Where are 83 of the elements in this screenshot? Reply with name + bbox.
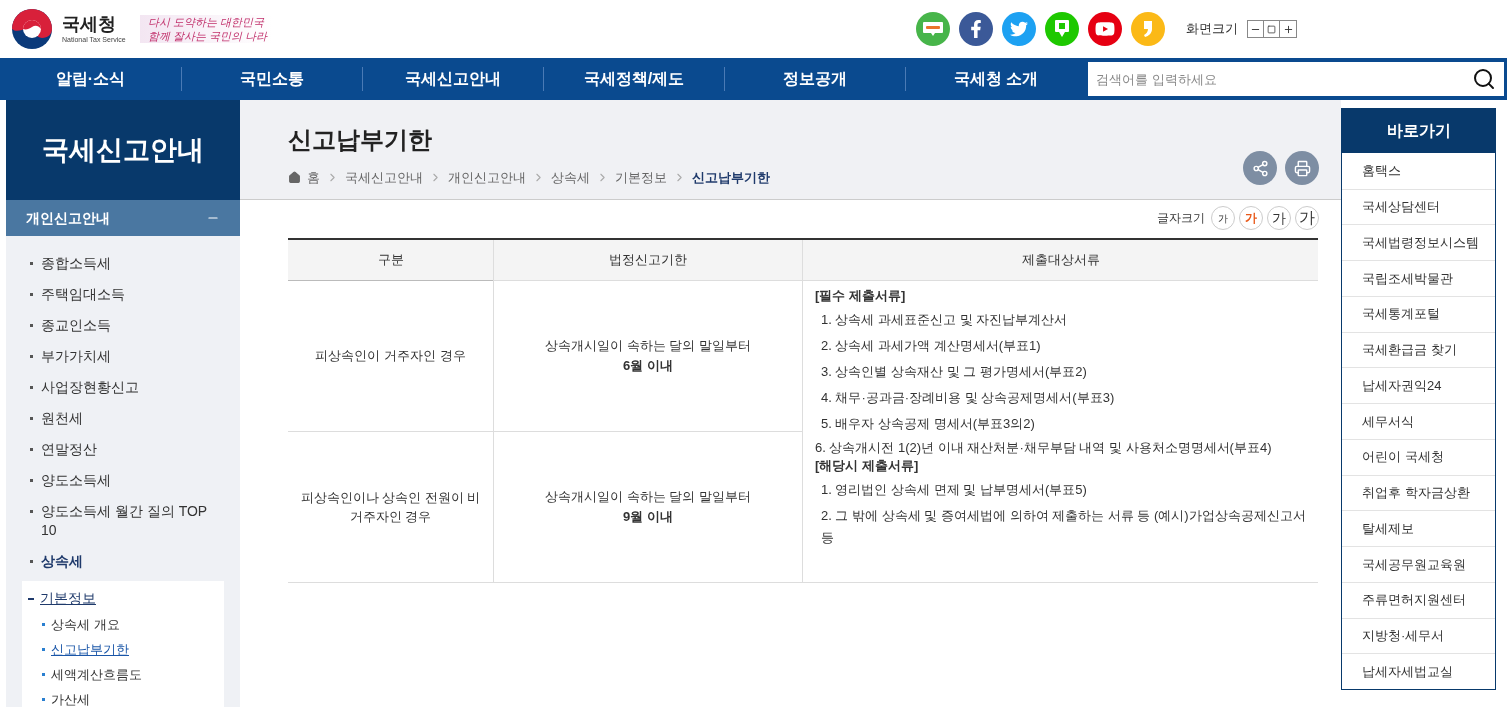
sidebar-item[interactable]: 사업장현황신고 xyxy=(6,372,240,403)
youtube-icon[interactable] xyxy=(1088,12,1122,46)
quick-link[interactable]: 국세환급금 찾기 xyxy=(1342,331,1495,368)
breadcrumb-link[interactable]: 국세신고안내 xyxy=(345,167,423,187)
slogan-text: 함께 잘사는 국민의 나라 xyxy=(147,29,267,43)
table-cell: 피상속인이나 상속인 전원이 비거주자인 경우 xyxy=(288,432,493,583)
plus-icon xyxy=(1282,23,1294,35)
quick-link[interactable]: 어린이 국세청 xyxy=(1342,438,1495,475)
nav-link[interactable]: 정보공개 xyxy=(783,67,847,91)
search-icon[interactable] xyxy=(1472,67,1496,91)
breadcrumb-link[interactable]: 상속세 xyxy=(551,167,590,187)
sidebar-item[interactable]: 양도소득세 월간 질의 TOP 10 xyxy=(6,496,240,546)
nav-link[interactable]: 국세정책/제도 xyxy=(583,67,685,91)
document-item: 5. 배우자 상속공제 명세서(부표3의2) xyxy=(821,415,1036,433)
quick-link[interactable]: 국립조세박물관 xyxy=(1342,260,1495,296)
sidebar-item[interactable]: 주택임대소득 xyxy=(6,279,240,310)
quick-link[interactable]: 취업후 학자금상환 xyxy=(1342,474,1495,511)
facebook-icon[interactable] xyxy=(959,12,993,46)
story-icon[interactable] xyxy=(1131,12,1165,46)
twitter-icon[interactable] xyxy=(1002,12,1036,46)
sidebar-section-header[interactable]: 개인신고안내 xyxy=(6,200,240,236)
document-item: 1. 상속세 과세표준신고 및 자진납부계산서 xyxy=(821,311,1069,329)
sidebar-item[interactable]: 양도소득세 xyxy=(6,465,240,496)
sidebar-subitem[interactable]: 상속세 개요 xyxy=(42,612,218,637)
quick-link[interactable]: 홈택스 xyxy=(1342,152,1495,189)
sidebar-subitem[interactable]: 기본정보 xyxy=(28,585,218,612)
quick-link[interactable]: 국세공무원교육원 xyxy=(1342,546,1495,582)
table-cell: 상속개시일이 속하는 달의 말일부터 9월 이내 xyxy=(493,432,802,583)
breadcrumb-link[interactable]: 신고납부기한 xyxy=(692,167,770,187)
quick-link[interactable]: 국세상담센터 xyxy=(1342,188,1495,225)
square-icon xyxy=(1267,24,1276,34)
page-title: 신고납부기한 xyxy=(288,124,433,155)
breadcrumb-link[interactable]: 기본정보 xyxy=(615,167,667,187)
column-header: 구분 xyxy=(288,240,493,281)
quick-link[interactable]: 납세자권익24 xyxy=(1342,367,1495,404)
document-item: 6. 상속개시전 1(2)년 이내 재산처분·채무부담 내역 및 사용처소명명세서(부표4) xyxy=(815,439,1273,457)
sidebar-item[interactable]: 연말정산 xyxy=(6,434,240,465)
quick-link[interactable]: 국세법령정보시스템 xyxy=(1342,224,1495,261)
quick-link[interactable]: 국세통계포털 xyxy=(1342,295,1495,332)
quick-link[interactable]: 주류면허지원센터 xyxy=(1342,581,1495,618)
document-item: 4. 채무·공과금·장례비용 및 상속공제명세서(부표3) xyxy=(821,389,1116,407)
home-icon xyxy=(288,170,301,184)
sidebar-subitem[interactable]: 가산세 xyxy=(42,687,218,707)
quick-link[interactable]: 납세자세법교실 xyxy=(1342,653,1495,690)
nav-link[interactable]: 국세청 소개 xyxy=(953,67,1039,91)
table-cell: 상속개시일이 속하는 달의 말일부터 6월 이내 xyxy=(493,281,802,432)
quick-link[interactable]: 지방청·세무서 xyxy=(1342,617,1495,654)
logo-text: 국세청 xyxy=(62,15,117,33)
sidebar-subitem[interactable]: 신고납부기한 xyxy=(42,637,218,662)
blog-icon[interactable] xyxy=(916,12,950,46)
printer-icon xyxy=(1293,159,1311,177)
slogan-text: 다시 도약하는 대한민국 xyxy=(147,15,265,29)
column-header: 법정신고기한 xyxy=(493,240,802,281)
breadcrumb-link[interactable]: 개인신고안내 xyxy=(448,167,526,187)
sidebar-subitem[interactable]: 세액계산흐름도 xyxy=(42,662,218,687)
document-item: 3. 상속인별 상속재산 및 그 평가명세서(부표2) xyxy=(821,363,1088,381)
document-heading: [필수 제출서류] xyxy=(815,287,907,305)
share-icon xyxy=(1251,159,1269,177)
nav-link[interactable]: 알림·소식 xyxy=(55,67,126,91)
column-header: 제출대상서류 xyxy=(802,240,1318,281)
font-size-label: 글자크기 xyxy=(1157,210,1205,227)
quick-links-title: 바로가기 xyxy=(1342,109,1495,153)
sidebar-title: 국세신고안내 xyxy=(42,133,204,167)
document-item: 1. 영리법인 상속세 면제 및 납부명세서(부표5) xyxy=(821,481,1088,499)
print-button[interactable] xyxy=(1285,151,1319,185)
quick-link[interactable]: 세무서식 xyxy=(1342,403,1495,439)
sidebar-item[interactable]: 원천세 xyxy=(6,403,240,434)
document-item: 2. 그 밖에 상속세 및 증여세법에 의하여 제출하는 서류 등 (예시)가업상속공제신고서 등 xyxy=(821,507,1306,547)
sidebar-item[interactable]: 종합소득세 xyxy=(6,248,240,279)
sidebar-item[interactable]: 부가가치세 xyxy=(6,341,240,372)
share-button[interactable] xyxy=(1243,151,1277,185)
document-heading: [해당시 제출서류] xyxy=(815,457,920,475)
nav-link[interactable]: 국세신고안내 xyxy=(405,67,501,91)
nav-link[interactable]: 국민소통 xyxy=(240,67,304,91)
quick-link[interactable]: 탈세제보 xyxy=(1342,510,1495,547)
band-icon[interactable] xyxy=(1045,12,1079,46)
document-item: 2. 상속세 과세가액 계산명세서(부표1) xyxy=(821,337,1042,355)
sidebar-item[interactable]: 상속세 xyxy=(6,546,240,577)
screen-size-label: 화면크기 xyxy=(1186,20,1238,39)
breadcrumb-link[interactable]: 홈 xyxy=(307,167,320,187)
table-cell: 피상속인이 거주자인 경우 xyxy=(288,281,493,432)
logo-icon xyxy=(10,7,54,51)
sidebar-item[interactable]: 종교인소득 xyxy=(6,310,240,341)
